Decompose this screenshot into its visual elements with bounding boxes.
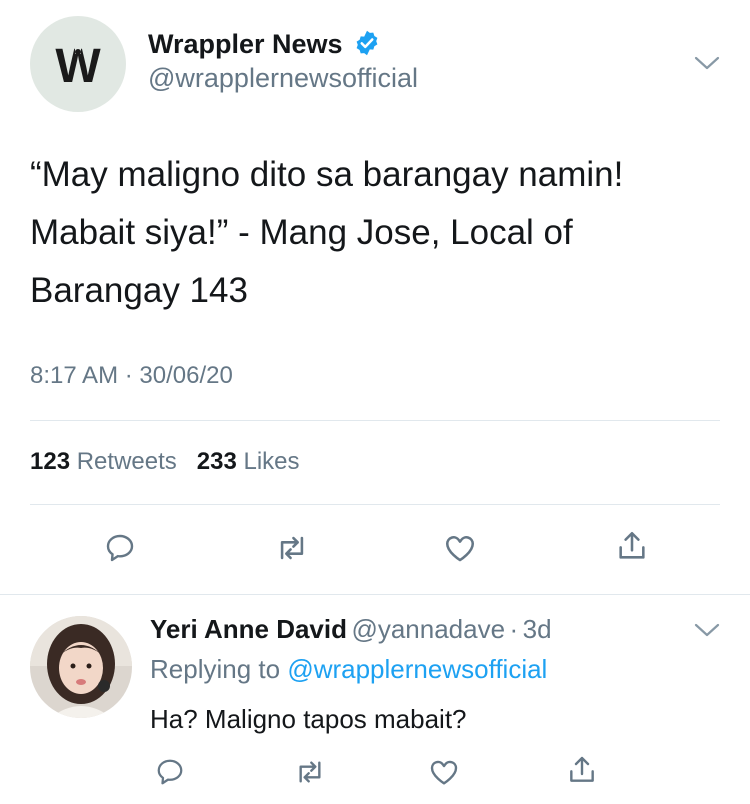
reply-header: Yeri Anne David @yannadave · 3d: [150, 614, 552, 645]
like-button[interactable]: [440, 528, 480, 568]
reply-like-button[interactable]: [424, 752, 464, 792]
likes-label: Likes: [243, 448, 300, 475]
reply-more-button[interactable]: [694, 622, 720, 643]
verified-badge-icon: [353, 29, 381, 62]
tweet-stats: 123 Retweets 233 Likes: [30, 448, 300, 476]
avatar[interactable]: [30, 616, 132, 718]
replying-to-handle-link[interactable]: @wrapplernewsofficial: [287, 654, 547, 684]
reply-icon: [106, 534, 134, 562]
tweet-text: “May maligno dito sa barangay namin! Mab…: [30, 155, 624, 310]
replying-to: Replying to @wrapplernewsofficial: [150, 654, 547, 685]
tweet-separator: [0, 594, 750, 595]
tweet-time: 8:17 AM: [30, 362, 119, 389]
divider: [30, 420, 720, 421]
heart-icon: [430, 760, 458, 785]
share-icon: [619, 531, 645, 559]
share-button[interactable]: [612, 526, 652, 566]
retweets-link[interactable]: 123 Retweets: [30, 448, 183, 475]
reply-icon: [157, 759, 183, 785]
divider: [30, 504, 720, 505]
likes-count: 233: [196, 448, 237, 475]
heart-icon: [445, 536, 475, 562]
tweet-date: 30/06/20: [139, 362, 233, 389]
reply-age: 3d: [522, 614, 552, 644]
wrappler-logo: W: [55, 42, 101, 86]
author-header: Wrappler News @wrapplernewsofficial: [148, 28, 418, 94]
tweet-timestamp[interactable]: 8:17 AM · 30/06/20: [30, 362, 233, 390]
chevron-down-icon: [694, 623, 720, 637]
share-icon: [570, 756, 594, 782]
meta-separator: ·: [124, 362, 133, 389]
retweet-icon: [280, 536, 304, 560]
retweets-count: 123: [30, 448, 71, 475]
reply-share-button[interactable]: [562, 750, 602, 790]
reply-reply-button[interactable]: [150, 752, 190, 792]
replying-to-label: Replying to: [150, 654, 281, 684]
likes-link[interactable]: 233 Likes: [197, 448, 300, 475]
author-name[interactable]: Wrappler News: [148, 29, 343, 59]
avatar-image: [30, 616, 132, 718]
retweets-label: Retweets: [76, 448, 177, 475]
author-handle[interactable]: @wrapplernewsofficial: [148, 62, 418, 94]
reply-age-separator: ·: [509, 614, 519, 644]
chevron-down-icon: [694, 56, 720, 70]
reply-text: Ha? Maligno tapos mabait?: [150, 704, 467, 734]
more-options-button[interactable]: [694, 55, 720, 76]
author-avatar[interactable]: W: [30, 16, 126, 112]
reply-author-handle[interactable]: @yannadave: [351, 614, 505, 644]
retweet-icon: [299, 761, 321, 783]
reply-button[interactable]: [100, 528, 140, 568]
retweet-button[interactable]: [272, 528, 312, 568]
reply-retweet-button[interactable]: [290, 752, 330, 792]
reply-author-name[interactable]: Yeri Anne David: [150, 614, 347, 644]
